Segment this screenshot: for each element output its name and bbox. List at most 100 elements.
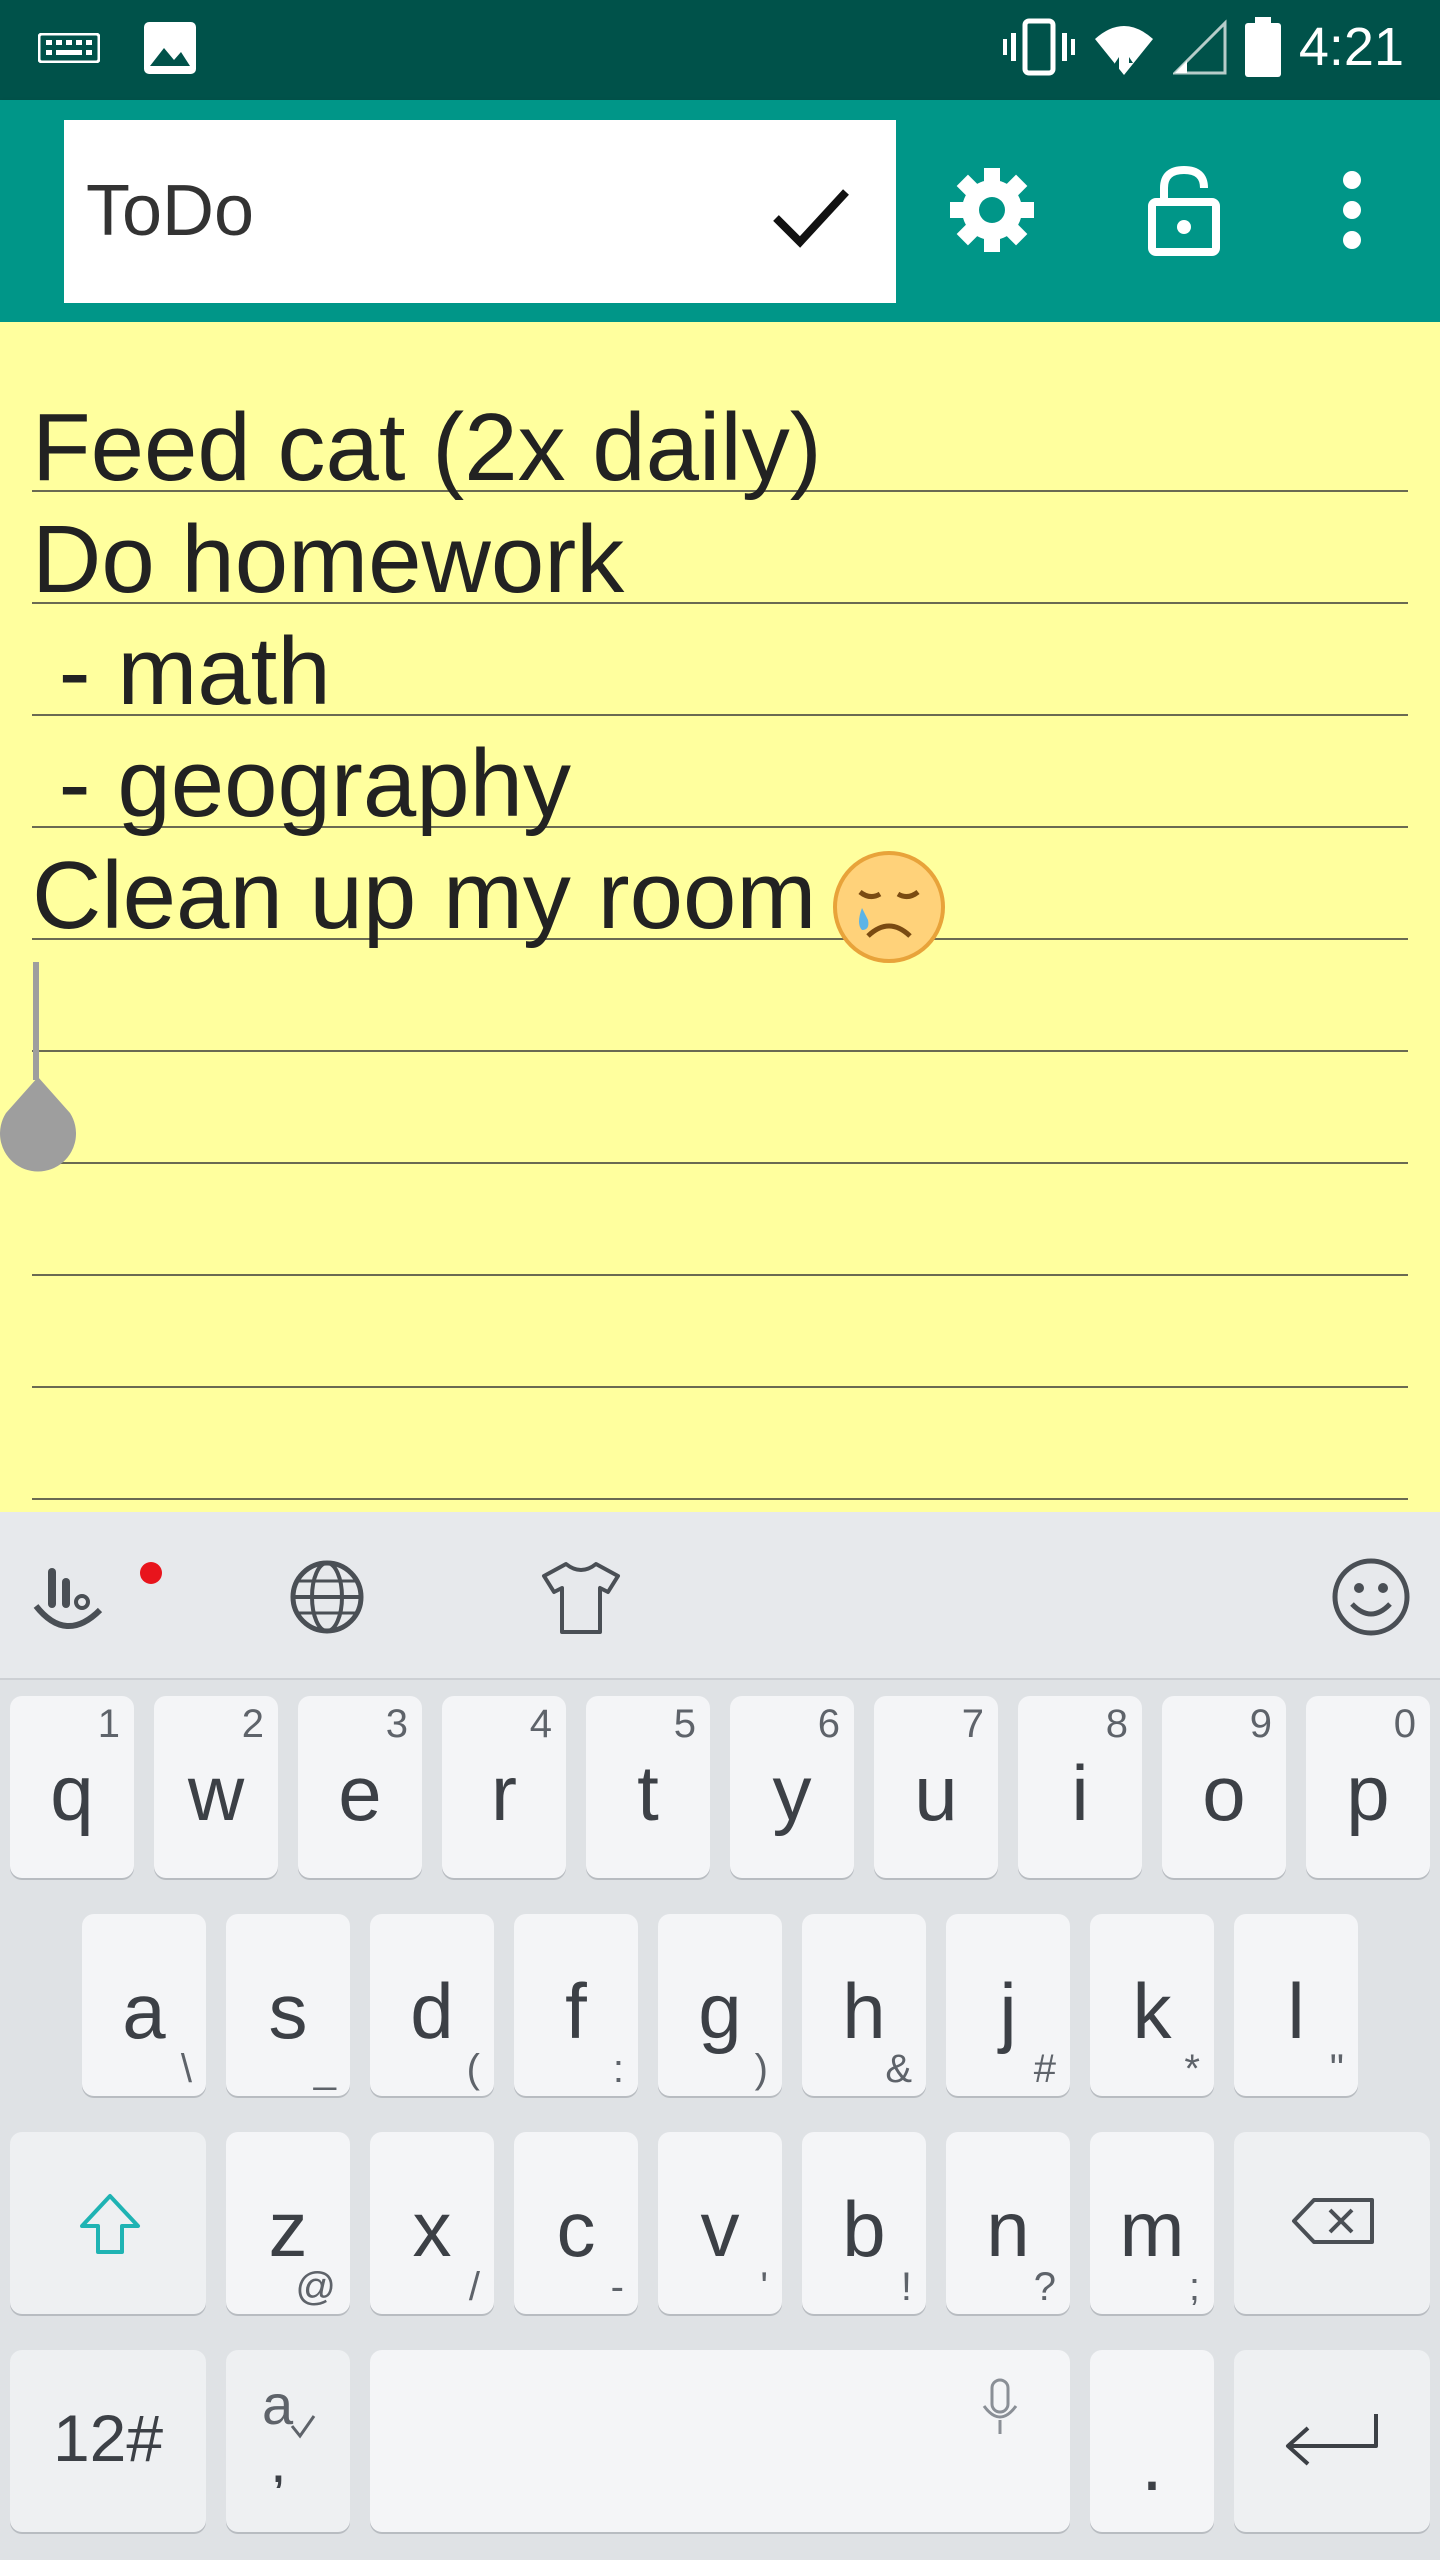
shift-key[interactable] [10,2132,206,2314]
key-hint: ) [754,2047,768,2091]
ruled-line [32,1162,1408,1164]
key-g[interactable]: g) [658,1914,782,2096]
key-r[interactable]: r4 [442,1696,566,1878]
battery-icon [1244,17,1281,77]
enter-key[interactable] [1234,2350,1430,2532]
key-label: i [1071,1749,1089,1837]
note-line-text[interactable]: Clean up my room [32,842,816,949]
key-hint: 2 [241,1702,264,1746]
key-s[interactable]: s _ [226,1914,350,2096]
key-p[interactable]: p0 [1306,1696,1430,1878]
note-line[interactable]: Do homework [32,504,624,616]
theme-shirt-icon[interactable] [538,1554,624,1640]
key-label: h [842,1967,886,2055]
more-vert-icon[interactable] [1302,160,1402,260]
key-label: e [338,1749,382,1837]
key-a[interactable]: a \ [82,1914,206,2096]
key-label: p [1346,1749,1390,1837]
ruled-line [32,1050,1408,1052]
key-label: a [122,1967,166,2055]
key-j[interactable]: j # [946,1914,1070,2096]
key-hint: ; [1188,2265,1200,2309]
key-t[interactable]: t5 [586,1696,710,1878]
key-z[interactable]: z @ [226,2132,350,2314]
key-label: n [986,2185,1030,2273]
key-hint: : [612,2047,624,2091]
key-b[interactable]: b! [802,2132,926,2314]
keyboard-toolbar [0,1512,1440,1680]
key-label: b [842,2185,886,2273]
symbols-key[interactable]: 12# [10,2350,206,2532]
key-hint: " [1329,2047,1344,2091]
key-e[interactable]: e3 [298,1696,422,1878]
settings-gear-icon[interactable] [942,160,1042,260]
key-hint: ( [466,2047,480,2091]
comma-accent-key[interactable]: a , [226,2350,350,2532]
key-q[interactable]: q1 [10,1696,134,1878]
note-line[interactable]: Clean up my room [32,840,816,952]
key-y[interactable]: y6 [730,1696,854,1878]
confirm-check-icon[interactable] [766,170,856,260]
key-hint: 8 [1105,1702,1128,1746]
note-line[interactable]: Feed cat (2x daily) [32,392,822,504]
note-line[interactable]: - geography [32,728,571,840]
key-u[interactable]: u7 [874,1696,998,1878]
key-label: x [412,2185,452,2273]
cursor-drag-handle[interactable] [0,1077,76,1173]
key-k[interactable]: k * [1090,1914,1214,2096]
key-hint: 4 [529,1702,552,1746]
symbols-key-label: 12# [52,2401,164,2475]
ruled-line [32,1386,1408,1388]
key-h[interactable]: h & [802,1914,926,2096]
key-hint: 3 [385,1702,408,1746]
note-editor[interactable]: Feed cat (2x daily) Do homework - math -… [0,322,1440,1512]
key-label: w [187,1749,245,1837]
key-label: v [700,2185,740,2273]
key-hint: 0 [1393,1702,1416,1746]
backspace-key[interactable] [1234,2132,1430,2314]
note-title[interactable]: ToDo [86,170,254,252]
keyboard-icon [38,33,100,63]
key-label: y [772,1749,812,1837]
key-f[interactable]: f: [514,1914,638,2096]
key-c[interactable]: c- [514,2132,638,2314]
note-title-field[interactable]: ToDo [64,120,896,303]
space-key[interactable] [370,2350,1070,2532]
key-l[interactable]: l " [1234,1914,1358,2096]
key-x[interactable]: x / [370,2132,494,2314]
key-w[interactable]: w2 [154,1696,278,1878]
language-globe-icon[interactable] [284,1554,370,1640]
sad-crying-face-emoji-icon [833,851,945,963]
key-label: r [491,1749,517,1837]
period-key[interactable]: . [1090,2350,1214,2532]
key-label: f [565,1967,587,2055]
key-hint: - [610,2265,624,2309]
period-key-label: . [1141,2419,1163,2507]
comma-accent-icon: a , [262,2378,316,2488]
microphone-icon [982,2378,1018,2434]
key-d[interactable]: d( [370,1914,494,2096]
key-hint: * [1184,2047,1200,2091]
signal-icon [1172,19,1227,75]
note-line[interactable]: - math [32,616,331,728]
voice-typing-icon[interactable] [30,1554,116,1640]
app-bar: ToDo [0,100,1440,322]
key-m[interactable]: m; [1090,2132,1214,2314]
key-hint: ' [760,2265,768,2309]
unlock-icon[interactable] [1134,160,1234,260]
key-i[interactable]: i8 [1018,1696,1142,1878]
key-n[interactable]: n? [946,2132,1070,2314]
key-label: q [50,1749,94,1837]
key-hint: 1 [97,1702,120,1746]
key-hint: # [1033,2047,1056,2091]
key-hint: 5 [673,1702,696,1746]
emoji-smiley-icon[interactable] [1328,1554,1414,1640]
key-label: g [698,1967,742,2055]
shift-arrow-icon [80,2194,140,2254]
key-o[interactable]: o9 [1162,1696,1286,1878]
key-label: u [914,1749,958,1837]
key-v[interactable]: v ' [658,2132,782,2314]
key-label: z [268,2185,308,2273]
key-hint: ? [1033,2265,1056,2309]
svg-text:,: , [270,2428,287,2488]
